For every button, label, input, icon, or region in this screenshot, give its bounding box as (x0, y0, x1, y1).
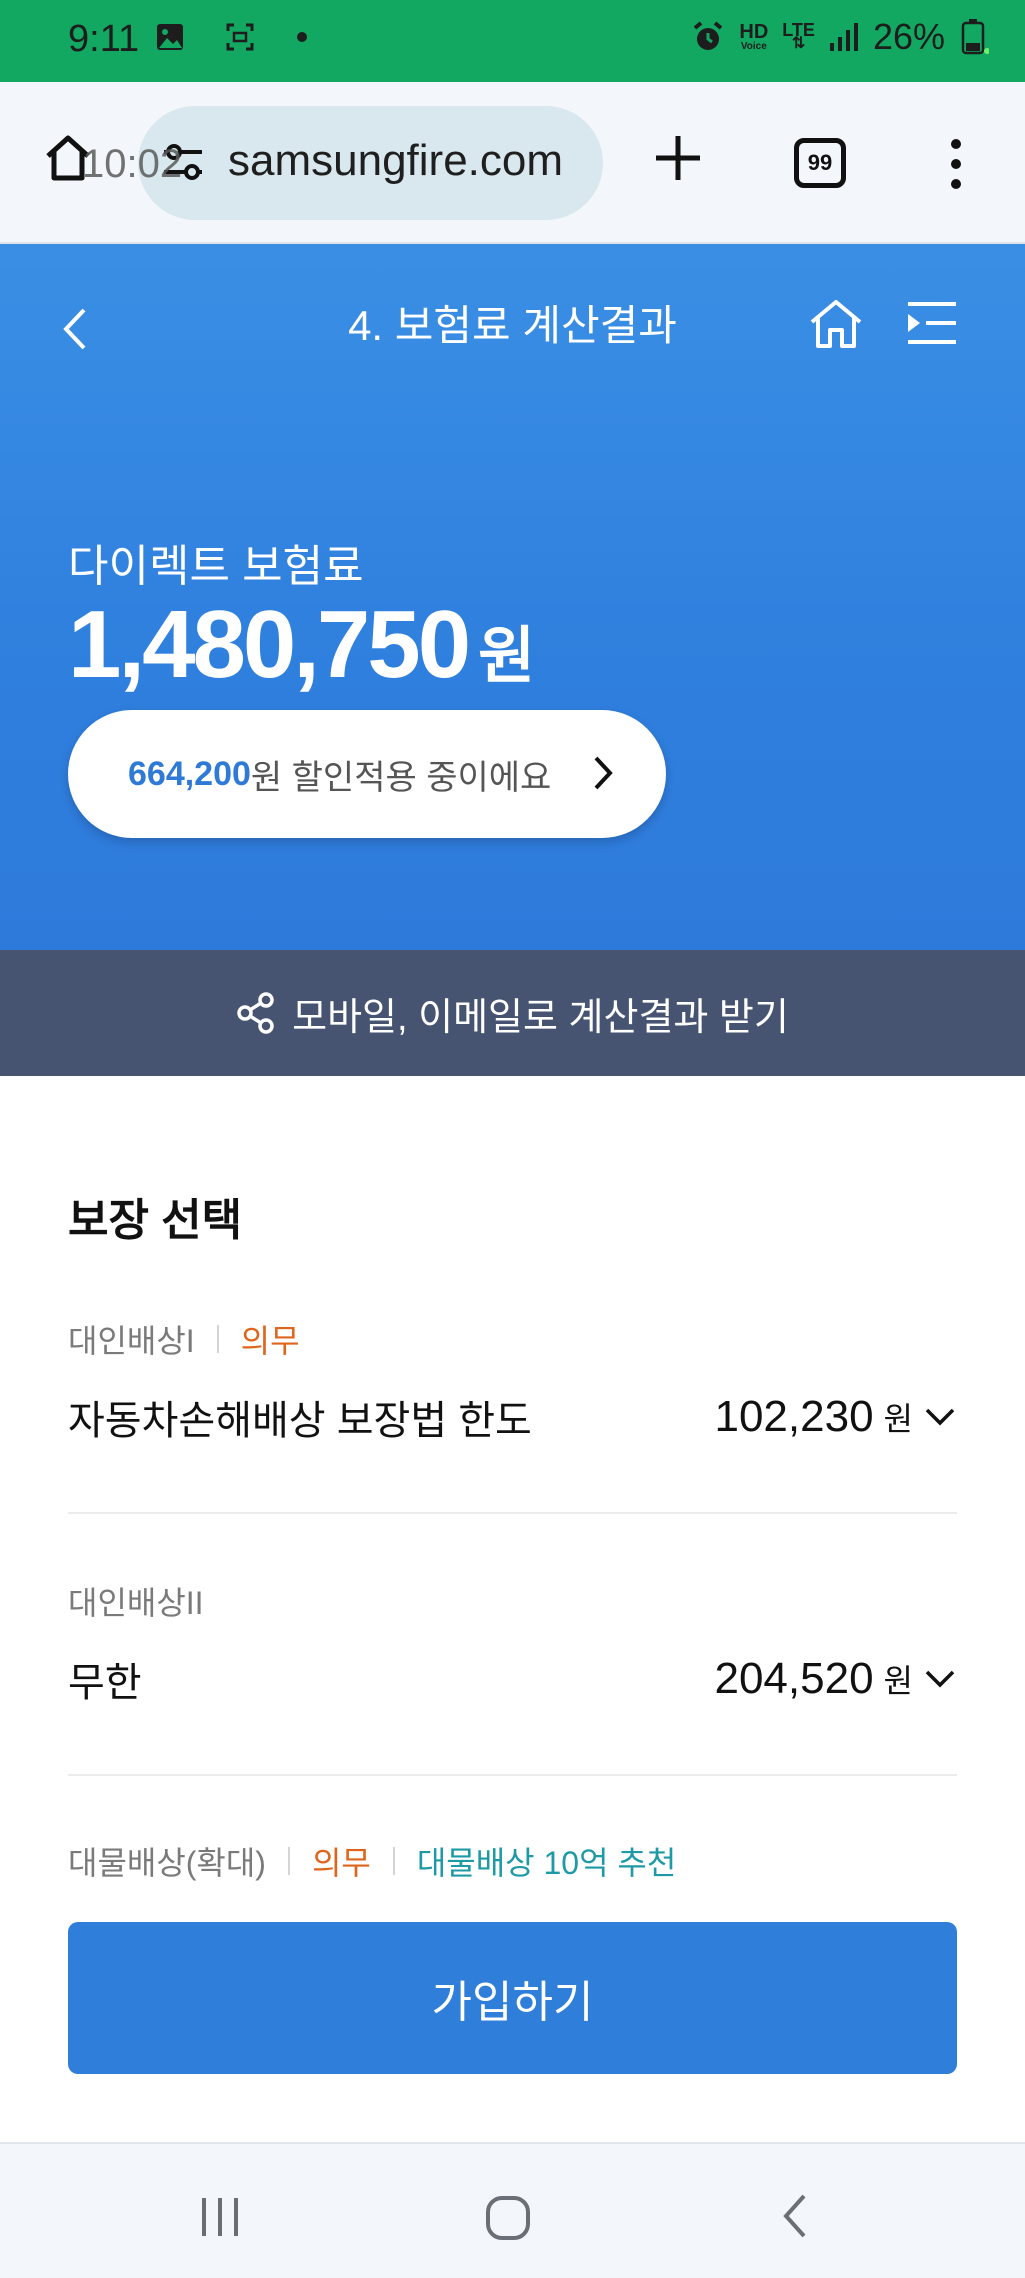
new-tab-icon[interactable] (650, 130, 706, 186)
hd-voice-indicator: HD Voice (739, 21, 769, 52)
system-home-icon[interactable] (484, 2194, 532, 2242)
screenshot-icon (226, 23, 254, 51)
system-back-icon[interactable] (780, 2192, 808, 2240)
chevron-right-icon (594, 756, 613, 790)
premium-label: 다이렉트 보험료 (68, 542, 364, 591)
share-results-button[interactable]: 모바일, 이메일로 계산결과 받기 (0, 950, 1025, 1076)
mandatory-badge: 의무 (311, 1845, 371, 1881)
discount-text: 원 할인적용 중이에요 (250, 758, 552, 797)
coverage-item-bodily-2: 대인배상II 무한 204,520 원 (68, 1578, 957, 1708)
battery-icon (961, 19, 989, 55)
divider (68, 1774, 957, 1776)
coverage-select-row[interactable]: 무한 204,520 원 (68, 1650, 957, 1708)
tab-switcher-button[interactable]: 99 (794, 138, 846, 188)
coverage-price: 204,520 (714, 1654, 874, 1703)
divider (68, 1512, 957, 1514)
coverage-title: 보장 선택 (68, 1196, 243, 1245)
share-icon (237, 992, 274, 1034)
coverage-tag: 대인배상I (68, 1323, 195, 1359)
system-nav-bar (0, 2142, 1025, 2278)
alarm-icon (694, 21, 723, 50)
recommend-badge: 대물배상 10억 추천 (416, 1845, 677, 1881)
premium-hero: 4. 보험료 계산결과 다이렉트 보험료 1,480,750 원 664,200 … (0, 244, 1025, 950)
address-bar[interactable]: samsungfire.com (138, 106, 603, 220)
discount-amount: 664,200 (128, 754, 251, 793)
recent-apps-icon[interactable] (198, 2196, 242, 2238)
status-time: 9:11 (68, 18, 140, 60)
chevron-down-icon (925, 1670, 955, 1688)
coverage-tag: 대인배상II (68, 1585, 204, 1621)
join-button[interactable]: 가입하기 (68, 1922, 957, 2074)
coverage-tag: 대물배상(확대) (68, 1845, 266, 1881)
battery-percent: 26% (872, 16, 945, 57)
mandatory-badge: 의무 (240, 1323, 300, 1359)
coverage-item-bodily-1: 대인배상I 의무 자동차손해배상 보장법 한도 102,230 원 (68, 1316, 957, 1446)
overlay-time: 10:02 (82, 142, 183, 186)
coverage-name: 자동차손해배상 보장법 한도 (68, 1399, 532, 1443)
url-text: samsungfire.com (228, 136, 564, 185)
home-icon[interactable] (806, 296, 866, 352)
notification-dot-icon (297, 32, 307, 42)
browser-toolbar: samsungfire.com 10:02 99 (0, 82, 1025, 244)
premium-amount: 1,480,750 원 (68, 591, 536, 698)
more-menu-icon[interactable] (946, 138, 966, 190)
coverage-price: 102,230 (714, 1392, 874, 1441)
page-title: 4. 보험료 계산결과 (348, 302, 677, 349)
coverage-select-row[interactable]: 자동차손해배상 보장법 한도 102,230 원 (68, 1388, 957, 1446)
chevron-down-icon (925, 1408, 955, 1426)
lte-indicator: LTE ⇅ (782, 20, 815, 52)
coverage-name: 무한 (68, 1661, 142, 1705)
share-label: 모바일, 이메일로 계산결과 받기 (292, 996, 789, 1039)
menu-icon[interactable] (904, 300, 960, 346)
signal-icon (829, 23, 858, 51)
coverage-item-property: 대물배상(확대) 의무 대물배상 10억 추천 (68, 1838, 957, 1884)
discount-button[interactable]: 664,200 원 할인적용 중이에요 (68, 710, 666, 838)
gallery-icon (157, 24, 183, 50)
status-bar: 9:11 HD Voice LTE ⇅ 26% (0, 0, 1025, 82)
